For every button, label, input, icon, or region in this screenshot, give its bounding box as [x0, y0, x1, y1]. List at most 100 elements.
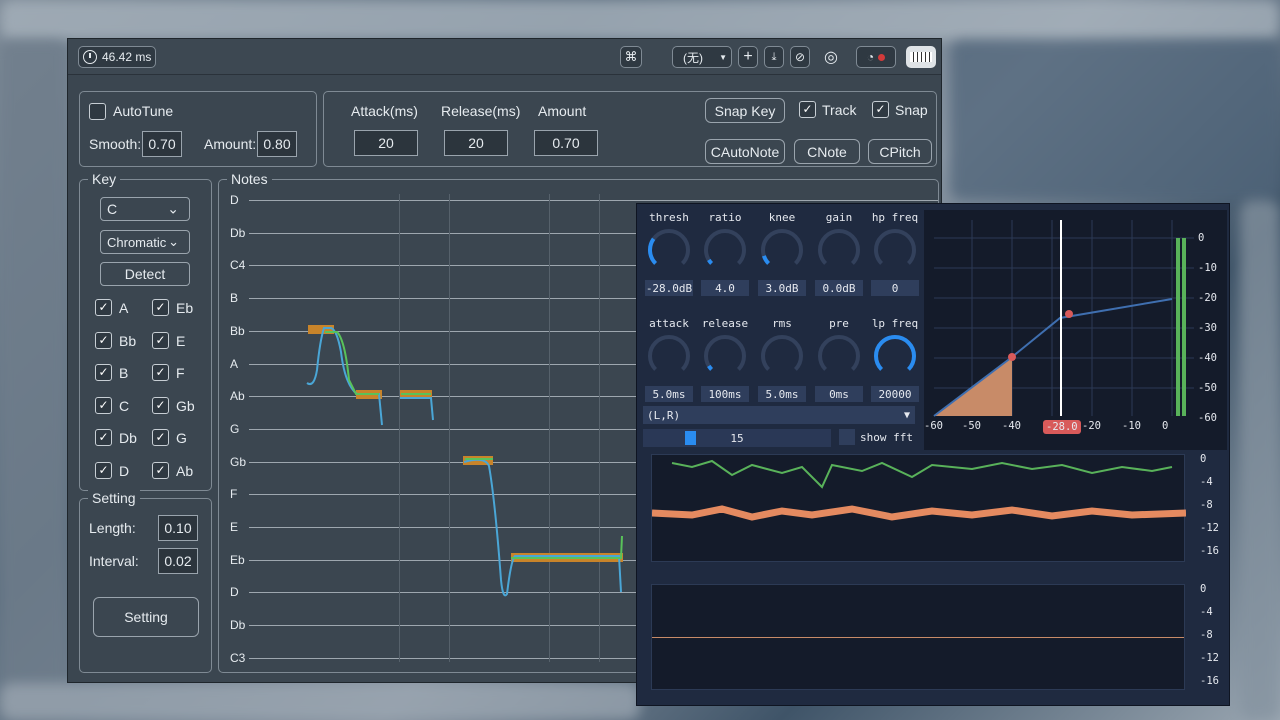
key-select[interactable]: C ⌄ [100, 197, 190, 221]
detect-button[interactable]: Detect [100, 262, 190, 286]
spectrum-scope: 0 -4 -8 -12 -16 [651, 583, 1219, 690]
knob[interactable] [871, 226, 919, 274]
knob-value[interactable]: 0ms [815, 386, 863, 402]
note-checkbox[interactable]: ✓ [152, 364, 169, 381]
note-checkbox[interactable]: ✓ [95, 332, 112, 349]
smooth-field[interactable]: 0.70 [142, 131, 182, 157]
knob-value[interactable]: 3.0dB [758, 280, 806, 296]
background-blur [1240, 200, 1280, 720]
bypass-button[interactable]: ⊘ [790, 46, 810, 68]
scope-y-label: -16 [1200, 675, 1219, 687]
length-field[interactable]: 0.10 [158, 515, 198, 541]
preset-select[interactable]: (无) ▼ [672, 46, 732, 68]
keyboard-icon [910, 52, 932, 62]
envelope-amount-field[interactable]: 0.70 [534, 130, 598, 156]
note-checkbox[interactable]: ✓ [95, 462, 112, 479]
note-checkbox[interactable]: ✓ [95, 364, 112, 381]
clock-icon [83, 50, 97, 64]
smooth-label: Smooth: [89, 136, 142, 152]
amount-field[interactable]: 0.80 [257, 131, 297, 157]
note-checkbox[interactable]: ✓ [152, 429, 169, 446]
knob[interactable] [701, 226, 749, 274]
dropdown-arrow-icon: ▼ [903, 409, 910, 421]
note-checkbox[interactable]: ✓ [152, 299, 169, 316]
attack-field[interactable]: 20 [354, 130, 418, 156]
note-checkbox[interactable]: ✓ [95, 429, 112, 446]
cautonote-button[interactable]: CAutoNote [705, 139, 785, 164]
note-checkbox-label: F [176, 365, 185, 381]
envelope-group: Attack(ms) 20 Release(ms) 20 Amount 0.70… [323, 91, 937, 167]
record-icon [878, 53, 886, 61]
slider-value: 15 [730, 432, 744, 445]
note-checkbox-label: B [119, 365, 129, 381]
knob[interactable] [701, 332, 749, 380]
knob[interactable] [758, 332, 806, 380]
scale-select[interactable]: Chromatic ⌄ [100, 230, 190, 254]
interval-field[interactable]: 0.02 [158, 548, 198, 574]
note-checkbox-label: Db [119, 430, 137, 446]
knob[interactable] [815, 226, 863, 274]
curve-x-label: -50 [962, 420, 981, 432]
add-preset-button[interactable]: + [738, 46, 758, 68]
track-checkbox[interactable]: ✓ [799, 101, 816, 118]
chevron-down-icon: ▼ [719, 52, 727, 62]
fft-size-slider[interactable]: 15 [643, 429, 831, 447]
gauge-icon: ◔ [866, 50, 875, 64]
note-checkbox[interactable]: ✓ [152, 332, 169, 349]
knob-label: thresh [649, 211, 689, 224]
knob-value[interactable]: 4.0 [701, 280, 749, 296]
knob-value[interactable]: 100ms [701, 386, 749, 402]
monitor-button[interactable]: ◎ [820, 46, 842, 68]
curve-y-label: -40 [1198, 352, 1217, 364]
knob-value[interactable]: 5.0ms [758, 386, 806, 402]
snap-key-button[interactable]: Snap Key [705, 98, 785, 123]
channel-select[interactable]: (L,R) ▼ [643, 406, 915, 424]
knob-value[interactable]: 0 [871, 280, 919, 296]
show-fft-label: show fft [860, 431, 913, 444]
length-label: Length: [89, 520, 136, 536]
knob[interactable] [871, 332, 919, 380]
note-checkbox[interactable]: ✓ [152, 462, 169, 479]
waveform [651, 459, 1187, 521]
routing-button[interactable]: ⌘ [620, 46, 642, 68]
curve-x-label: -40 [1002, 420, 1021, 432]
scope-y-label: -12 [1200, 652, 1219, 664]
note-checkbox-label: G [176, 430, 187, 446]
transfer-curve-panel: -60 -50 -40 -28.0 -20 -10 0 0 -10 -20 -30 -40 -50 -60 [924, 210, 1227, 450]
knob-value[interactable]: -28.0dB [645, 280, 693, 296]
note-checkbox-label: C [119, 398, 130, 414]
save-icon: ⤓ [771, 50, 777, 63]
release-field[interactable]: 20 [444, 130, 508, 156]
keyboard-button[interactable] [906, 46, 936, 68]
transfer-curve [933, 220, 1194, 417]
background-blur [0, 40, 67, 720]
save-preset-button[interactable]: ⤓ [764, 46, 784, 68]
cpitch-button[interactable]: CPitch [868, 139, 932, 164]
cnote-button[interactable]: CNote [794, 139, 860, 164]
knob[interactable] [815, 332, 863, 380]
knob-label: lp freq [871, 317, 919, 330]
show-fft-checkbox[interactable] [839, 429, 855, 445]
knob-value[interactable]: 0.0dB [815, 280, 863, 296]
scope-y-label: -8 [1200, 499, 1213, 511]
note-checkbox[interactable]: ✓ [152, 397, 169, 414]
output-marker [1065, 310, 1073, 318]
curve-x-label: -10 [1122, 420, 1141, 432]
knob-label: attack [649, 317, 689, 330]
knob-value[interactable]: 5.0ms [645, 386, 693, 402]
autotune-checkbox[interactable] [89, 103, 106, 120]
output-meter [1176, 238, 1180, 416]
knob-value[interactable]: 20000 [871, 386, 919, 402]
setting-group-title: Setting [88, 490, 140, 506]
note-checkbox[interactable]: ✓ [95, 299, 112, 316]
meter-button[interactable]: ◔ [856, 46, 896, 68]
note-checkbox[interactable]: ✓ [95, 397, 112, 414]
snap-checkbox[interactable]: ✓ [872, 101, 889, 118]
knob[interactable] [645, 226, 693, 274]
envelope-amount-label: Amount [538, 103, 587, 119]
knob[interactable] [758, 226, 806, 274]
knob[interactable] [645, 332, 693, 380]
setting-button[interactable]: Setting [93, 597, 199, 637]
chevron-down-icon: ⌄ [168, 234, 179, 249]
scale-select-value: Chromatic [107, 234, 167, 250]
